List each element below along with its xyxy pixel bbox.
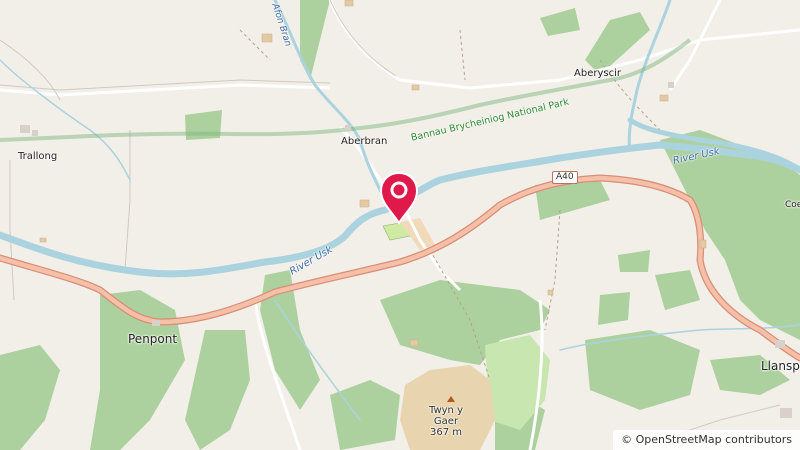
road-shield-a40: A40 [552, 171, 578, 184]
map-view[interactable]: Trallong Aberbran Aberyscir Penpont Llan… [0, 0, 800, 450]
attribution-text: © OpenStreetMap contributors [621, 433, 792, 446]
woodland-patch [618, 250, 650, 272]
peak-name-line2: Gaer [433, 416, 459, 427]
woodland-patch [655, 270, 700, 310]
place-label-aberyscir: Aberyscir [574, 68, 621, 79]
woodland-patch [540, 8, 580, 36]
place-label-trallong: Trallong [18, 151, 58, 162]
woodland-patch [598, 292, 630, 325]
place-label-coed: Coe [785, 200, 800, 210]
woodland-patch [0, 345, 60, 450]
place-label-llanspyddid: Llansp [761, 359, 800, 373]
peak-name-line1: Twyn y [429, 405, 463, 416]
place-label-aberbran: Aberbran [341, 136, 388, 147]
location-marker-icon[interactable] [378, 170, 420, 226]
woodland-patch [330, 380, 400, 450]
peak-label: Twyn y Gaer 367 m [429, 405, 463, 438]
woodland-patch [185, 330, 250, 450]
afon-bran [273, 0, 387, 202]
map-attribution[interactable]: © OpenStreetMap contributors [613, 430, 800, 450]
peak-elevation: 367 m [429, 427, 462, 438]
place-label-penpont: Penpont [128, 332, 178, 346]
